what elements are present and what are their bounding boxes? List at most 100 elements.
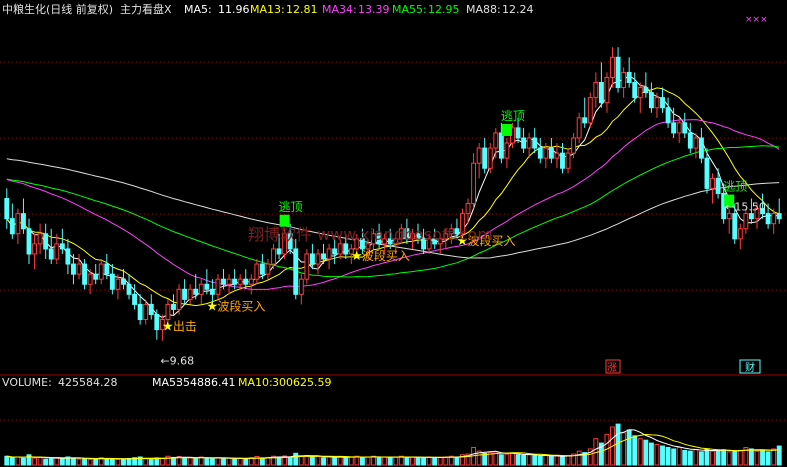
candle-body xyxy=(98,263,104,280)
volume-bar xyxy=(776,445,782,466)
volume-bar xyxy=(37,456,43,466)
candle-body xyxy=(660,97,665,109)
candle-body xyxy=(676,122,682,134)
volume-bar xyxy=(221,457,226,466)
candle-body xyxy=(282,233,288,255)
volume-bar xyxy=(143,458,149,466)
candle-body xyxy=(421,238,427,250)
candle-body xyxy=(187,288,193,300)
volume-bar xyxy=(376,457,382,466)
volume-bar xyxy=(737,449,743,466)
volume-bar xyxy=(687,450,693,466)
candle-body xyxy=(565,152,571,169)
volume-bar xyxy=(671,448,677,466)
volume-bar xyxy=(48,457,54,466)
candle-body xyxy=(537,147,543,159)
volume-bar xyxy=(43,458,49,466)
volume-bar xyxy=(554,455,560,466)
volume-bar xyxy=(243,458,249,466)
candle-body xyxy=(221,278,226,285)
volume-bar xyxy=(59,458,65,466)
candle-body xyxy=(615,56,621,89)
volume-bar xyxy=(315,456,321,466)
volume-bar xyxy=(654,444,660,466)
candle-body xyxy=(415,233,421,240)
candle-body xyxy=(204,283,210,290)
candle-body xyxy=(437,238,443,245)
candle-body xyxy=(126,283,132,295)
candle-body xyxy=(148,303,154,315)
candle-body xyxy=(43,233,49,250)
candle-body xyxy=(59,243,65,250)
candle-body xyxy=(165,303,171,321)
volume-bar xyxy=(371,455,376,466)
band-buy-label: 波段买入 xyxy=(217,298,265,313)
candle-body xyxy=(404,228,410,240)
candle-body xyxy=(432,238,438,245)
volume-bar xyxy=(648,442,654,466)
volume-bar xyxy=(521,455,527,466)
candle-body xyxy=(665,107,671,124)
volume-bar xyxy=(382,456,388,466)
candle-body xyxy=(154,313,160,331)
volume-bar xyxy=(560,456,565,466)
volume-bar xyxy=(615,423,621,466)
candle-body xyxy=(387,238,393,245)
candle-body xyxy=(682,122,688,134)
candle-body xyxy=(182,288,188,300)
candle-body xyxy=(271,248,276,265)
candle-body xyxy=(287,233,293,250)
volume-bar xyxy=(182,457,188,466)
volume-bar xyxy=(715,449,721,466)
candle-body xyxy=(504,142,510,159)
candle-body xyxy=(671,122,677,134)
candle-body xyxy=(548,147,554,159)
candle-body xyxy=(776,213,782,220)
volume-bar xyxy=(209,458,215,466)
candle-body xyxy=(476,147,482,164)
candle-body xyxy=(765,213,771,225)
volume-bar xyxy=(115,458,121,466)
volume-bar xyxy=(660,445,665,466)
volume-bar xyxy=(504,453,510,466)
volume-bar xyxy=(32,457,38,466)
ma34-line xyxy=(6,119,780,290)
volume-bar xyxy=(159,457,165,466)
volume-bar xyxy=(526,454,532,466)
candle-body xyxy=(382,238,388,245)
candle-body xyxy=(54,243,60,260)
candle-body xyxy=(359,238,365,250)
candle-body xyxy=(621,71,627,89)
candle-body xyxy=(215,278,221,295)
volume-bar xyxy=(76,458,82,466)
candle-body xyxy=(315,253,321,265)
candle-body xyxy=(71,263,76,275)
volume-bar xyxy=(732,450,738,466)
escape-marker xyxy=(501,123,512,136)
candle-body xyxy=(598,82,604,104)
volume-bar xyxy=(415,456,421,466)
candle-body xyxy=(243,278,249,285)
candle-body xyxy=(471,162,477,205)
candle-body xyxy=(248,278,254,285)
candle-body xyxy=(209,288,215,295)
candle-body xyxy=(104,263,110,275)
candle-body xyxy=(137,303,143,321)
volume-bar xyxy=(621,432,627,466)
volume-bar xyxy=(637,438,643,466)
volume-bar xyxy=(676,446,682,466)
candle-body xyxy=(632,82,638,99)
candle-body xyxy=(332,248,338,255)
volume-bar xyxy=(4,455,10,466)
candle-body xyxy=(771,213,777,225)
candle-body xyxy=(637,87,643,99)
volume-bar xyxy=(93,458,99,466)
ma88-line xyxy=(6,158,780,259)
candle-body xyxy=(460,213,465,235)
candle-body xyxy=(426,238,432,250)
volume-bar xyxy=(232,458,238,466)
candle-body xyxy=(743,213,749,230)
volume-bar xyxy=(104,458,110,466)
volume-bar xyxy=(665,446,671,466)
candle-body xyxy=(482,147,488,169)
